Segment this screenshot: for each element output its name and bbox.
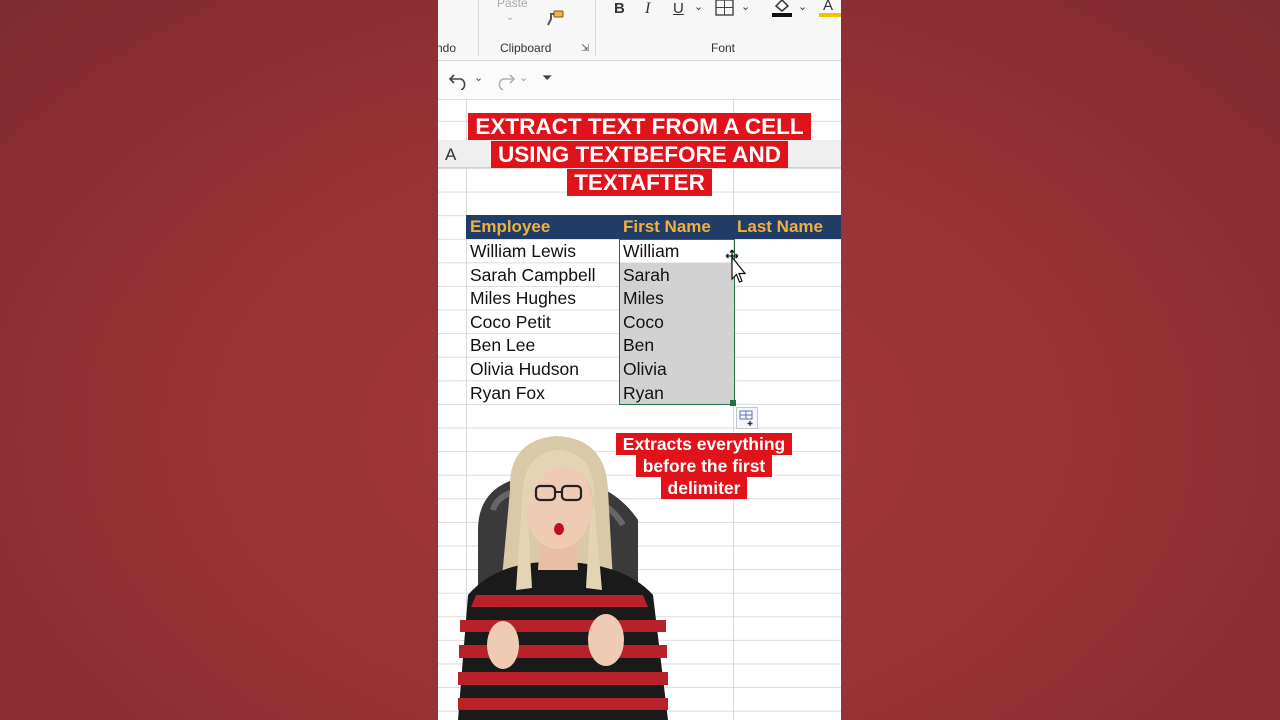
chevron-down-icon[interactable]: ⌄ [694,0,703,13]
dialog-launcher-icon[interactable]: ⇲ [581,43,589,54]
customize-toolbar-icon[interactable]: ⏷ [542,70,552,86]
employee-cell[interactable]: Sarah Campbell [470,264,595,287]
undo-icon[interactable] [448,70,470,95]
header-first-name[interactable]: First Name [623,217,711,237]
chevron-down-icon[interactable]: ⌄ [506,12,514,23]
underline-button[interactable]: U [673,0,684,17]
column-header-a[interactable]: A [445,145,456,165]
table-header-row: Employee First Name Last Name [466,215,841,239]
font-color-button[interactable]: A [823,0,833,14]
format-painter-icon[interactable] [544,8,566,35]
redo-icon[interactable] [494,70,516,95]
title-text: EXTRACT TEXT FROM A CELL USING TEXTBEFOR… [468,113,811,197]
chevron-down-icon[interactable]: ⌄ [798,0,807,13]
ribbon-divider [595,0,596,56]
ribbon-divider [478,0,479,56]
employee-cell[interactable]: Ben Lee [470,334,535,357]
chevron-down-icon[interactable]: ⌄ [519,71,528,84]
font-color-bar [819,13,841,17]
employee-cell[interactable]: Olivia Hudson [470,358,579,381]
bold-button[interactable]: B [614,0,625,17]
borders-icon[interactable] [714,0,736,22]
phone-frame: ndo Paste ⌄ Clipboard ⇲ B I U ⌄ ⌄ ⌄ A Fo… [438,0,841,720]
ribbon: ndo Paste ⌄ Clipboard ⇲ B I U ⌄ ⌄ ⌄ A Fo… [438,0,841,61]
fill-handle[interactable] [730,400,736,406]
chevron-down-icon[interactable]: ⌄ [741,0,750,13]
header-employee[interactable]: Employee [470,217,550,237]
quick-access-toolbar: ⌄ ⌄ ⏷ [438,61,841,100]
chevron-down-icon[interactable]: ⌄ [474,71,483,84]
note-banner: Extracts everything before the first del… [606,433,802,500]
clipboard-group-label: Clipboard [500,41,552,55]
paste-label[interactable]: Paste [497,0,528,10]
selection-box [619,239,735,405]
header-last-name[interactable]: Last Name [737,217,823,237]
employee-cell[interactable]: Miles Hughes [470,287,576,310]
employee-cell[interactable]: Coco Petit [470,311,551,334]
employee-cell[interactable]: William Lewis [470,240,576,263]
auto-fill-options-icon[interactable] [736,407,758,429]
move-cursor-icon [720,248,747,289]
employee-cell[interactable]: Ryan Fox [470,382,545,405]
undo-group-label: ndo [438,41,457,55]
italic-button[interactable]: I [645,0,650,18]
font-group-label: Font [711,41,736,55]
fill-color-icon[interactable] [771,0,793,23]
note-text: Extracts everything before the first del… [615,433,793,499]
title-banner: EXTRACT TEXT FROM A CELL USING TEXTBEFOR… [468,113,811,197]
